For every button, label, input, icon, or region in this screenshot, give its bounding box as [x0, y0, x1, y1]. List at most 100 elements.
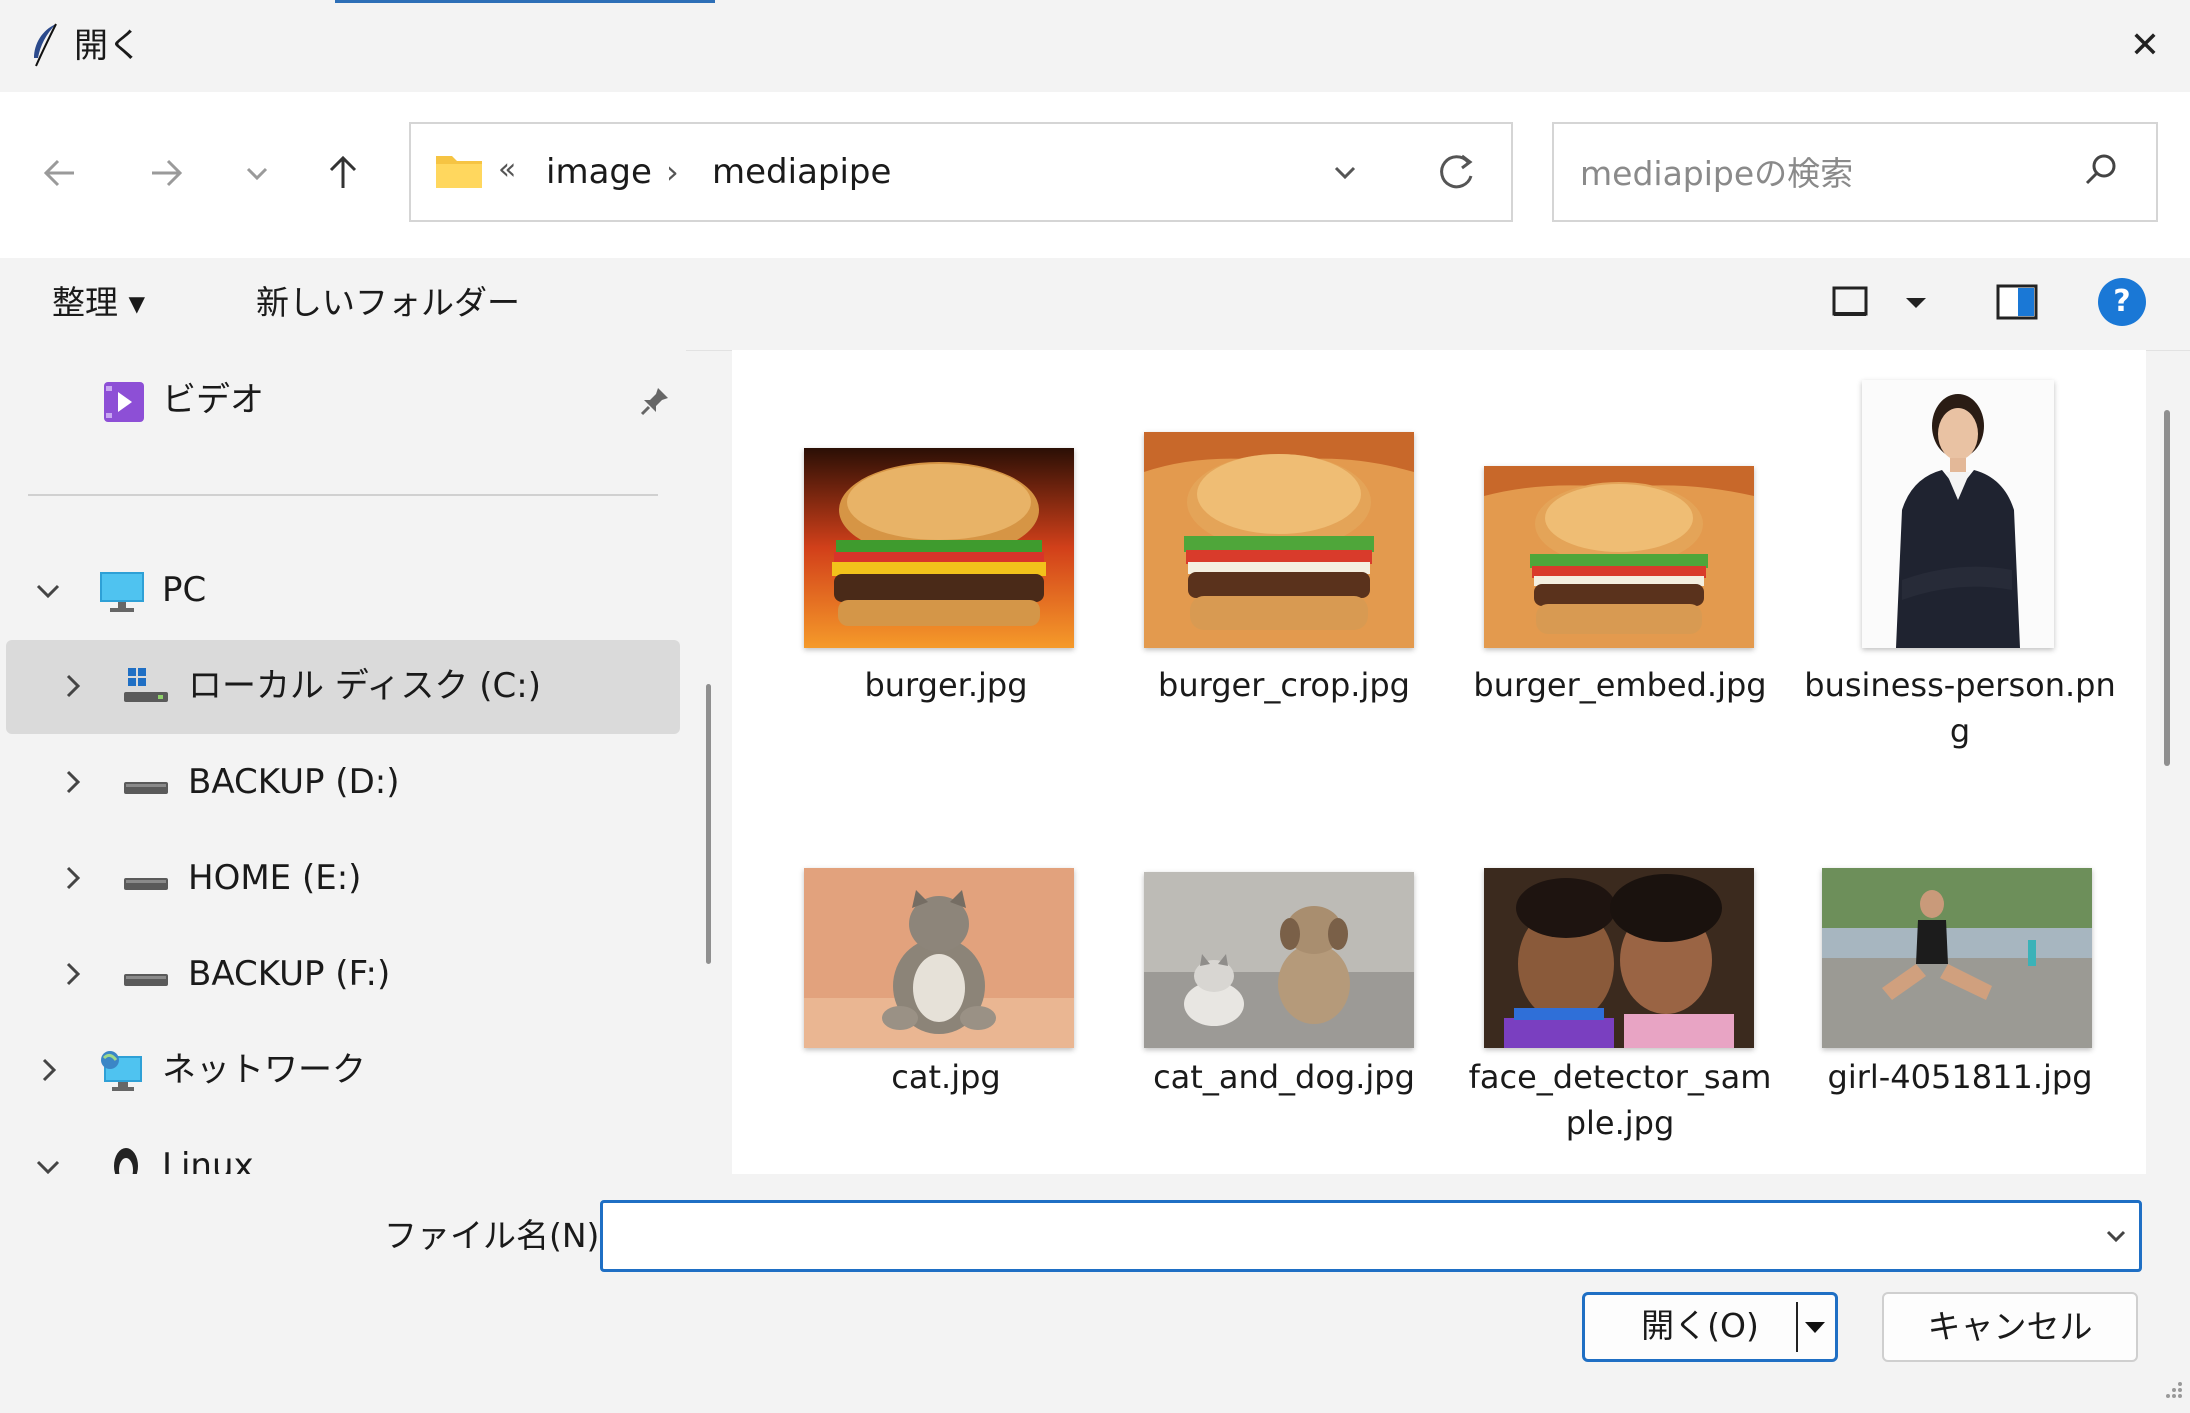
nav-divider — [28, 494, 658, 496]
chevron-right-icon[interactable] — [28, 1046, 68, 1094]
thumbnail-burger-crop — [1144, 432, 1414, 648]
breadcrumb-overflow-icon[interactable]: « — [498, 148, 516, 192]
breadcrumb-mediapipe[interactable]: mediapipe — [712, 150, 891, 194]
thumbnail-business-person — [1862, 380, 2054, 648]
network-icon — [101, 1051, 142, 1091]
view-dropdown-button[interactable] — [1898, 280, 1934, 324]
back-arrow-icon — [43, 159, 74, 187]
file-item[interactable]: cat.jpg — [786, 830, 1106, 1170]
pin-icon[interactable] — [638, 384, 672, 418]
video-folder-icon — [104, 382, 144, 422]
folder-icon — [434, 150, 484, 190]
file-item[interactable]: business-person.png — [1800, 376, 2120, 776]
nav-item-local-disk-c[interactable]: ローカル ディスク (C:) — [6, 640, 680, 734]
preview-pane-button[interactable] — [1994, 280, 2040, 324]
thumbnail-face-detector-sample — [1484, 868, 1754, 1048]
chevron-down-icon — [1334, 166, 1356, 180]
address-dropdown-button[interactable] — [1320, 150, 1370, 194]
thumbnail-burger-embed — [1484, 466, 1754, 648]
drive-icon — [124, 878, 168, 890]
chevron-down-icon — [246, 167, 268, 181]
title-accent-line — [335, 0, 715, 3]
file-item[interactable]: burger_crop.jpg — [1124, 376, 1444, 776]
nav-item-backup-f[interactable]: BACKUP (F:) — [0, 928, 682, 1020]
open-options-button[interactable] — [1800, 1302, 1830, 1352]
file-name: burger.jpg — [864, 666, 1028, 704]
thumbnail-burger — [804, 448, 1074, 648]
caret-down-icon — [1906, 298, 1926, 308]
resize-grip-icon[interactable] — [2160, 1380, 2184, 1404]
nav-item-video[interactable]: ビデオ — [0, 354, 682, 446]
file-name: business-person.png — [1804, 666, 2116, 750]
nav-item-label: BACKUP (F:) — [188, 954, 391, 994]
file-item[interactable]: face_detector_sample.jpg — [1460, 830, 1780, 1170]
filename-input[interactable] — [600, 1200, 2142, 1272]
drive-icon — [124, 974, 168, 986]
chevron-right-icon[interactable] — [52, 758, 92, 806]
chevron-down-icon[interactable] — [28, 566, 68, 614]
file-name: girl-4051811.jpg — [1827, 1058, 2093, 1096]
filename-label: ファイル名(N): — [384, 1216, 611, 1255]
forward-arrow-icon — [152, 159, 183, 187]
file-name: burger_embed.jpg — [1473, 666, 1767, 704]
file-item[interactable]: cat_and_dog.jpg — [1124, 830, 1444, 1170]
up-arrow-icon — [329, 155, 357, 188]
drive-icon — [124, 782, 168, 794]
nav-item-label: HOME (E:) — [188, 858, 362, 898]
file-view-scrollbar[interactable] — [2164, 410, 2170, 766]
recent-locations-button[interactable] — [226, 142, 288, 204]
search-icon[interactable] — [2076, 146, 2126, 196]
file-item[interactable]: burger.jpg — [786, 376, 1106, 776]
nav-item-backup-d[interactable]: BACKUP (D:) — [0, 736, 682, 828]
nav-item-label: ビデオ — [162, 380, 264, 420]
view-icon — [1832, 286, 1868, 316]
file-name: cat.jpg — [891, 1058, 1001, 1096]
file-name: burger_crop.jpg — [1158, 666, 1410, 704]
title-bar — [0, 0, 2190, 92]
nav-item-pc[interactable]: PC — [0, 544, 682, 636]
new-folder-button[interactable]: 新しいフォルダー — [256, 278, 520, 328]
feather-icon — [28, 22, 62, 70]
open-button-divider — [1796, 1302, 1798, 1352]
up-button[interactable] — [312, 142, 374, 204]
nav-item-label: PC — [162, 570, 207, 610]
cancel-button[interactable]: キャンセル — [1882, 1292, 2138, 1362]
file-item[interactable]: girl-4051811.jpg — [1800, 830, 2120, 1170]
thumbnail-cat — [804, 868, 1074, 1048]
search-input[interactable] — [1578, 148, 2062, 198]
preview-pane-icon — [1996, 284, 2038, 320]
thumbnail-cat-and-dog — [1144, 872, 1414, 1048]
open-button-label[interactable]: 開く(O) — [1610, 1302, 1790, 1350]
filename-dropdown-button[interactable] — [2096, 1214, 2136, 1258]
nav-item-home-e[interactable]: HOME (E:) — [0, 832, 682, 924]
nav-item-label: ローカル ディスク (C:) — [188, 666, 541, 706]
forward-button[interactable] — [134, 142, 196, 204]
organize-button[interactable]: 整理 ▾ — [52, 278, 145, 328]
file-item[interactable]: burger_embed.jpg — [1460, 376, 1780, 776]
chevron-right-icon[interactable] — [52, 662, 92, 710]
chevron-right-icon[interactable] — [52, 950, 92, 998]
window-title: 開く — [74, 26, 142, 66]
linux-penguin-icon — [114, 1148, 138, 1174]
caret-down-icon — [1805, 1322, 1825, 1333]
help-button[interactable]: ? — [2098, 278, 2146, 326]
nav-item-label: BACKUP (D:) — [188, 762, 400, 802]
nav-item-network[interactable]: ネットワーク — [0, 1024, 682, 1116]
refresh-icon — [1440, 154, 1473, 189]
chevron-down-icon[interactable] — [28, 1142, 68, 1174]
windows-drive-icon — [124, 668, 168, 702]
refresh-button[interactable] — [1428, 148, 1484, 198]
nav-item-label: Linux — [162, 1146, 254, 1174]
view-mode-button[interactable] — [1828, 280, 1872, 324]
close-button[interactable]: ✕ — [2100, 18, 2190, 74]
nav-item-label: ネットワーク — [162, 1050, 366, 1090]
breadcrumb-separator-icon: › — [666, 153, 679, 191]
pc-icon — [100, 572, 144, 612]
nav-scrollbar[interactable] — [706, 684, 711, 964]
breadcrumb-image[interactable]: image — [546, 150, 652, 194]
file-name: cat_and_dog.jpg — [1153, 1058, 1415, 1096]
nav-item-linux[interactable]: Linux — [0, 1120, 682, 1174]
back-button[interactable] — [30, 142, 92, 204]
chevron-down-icon — [2106, 1230, 2126, 1243]
chevron-right-icon[interactable] — [52, 854, 92, 902]
